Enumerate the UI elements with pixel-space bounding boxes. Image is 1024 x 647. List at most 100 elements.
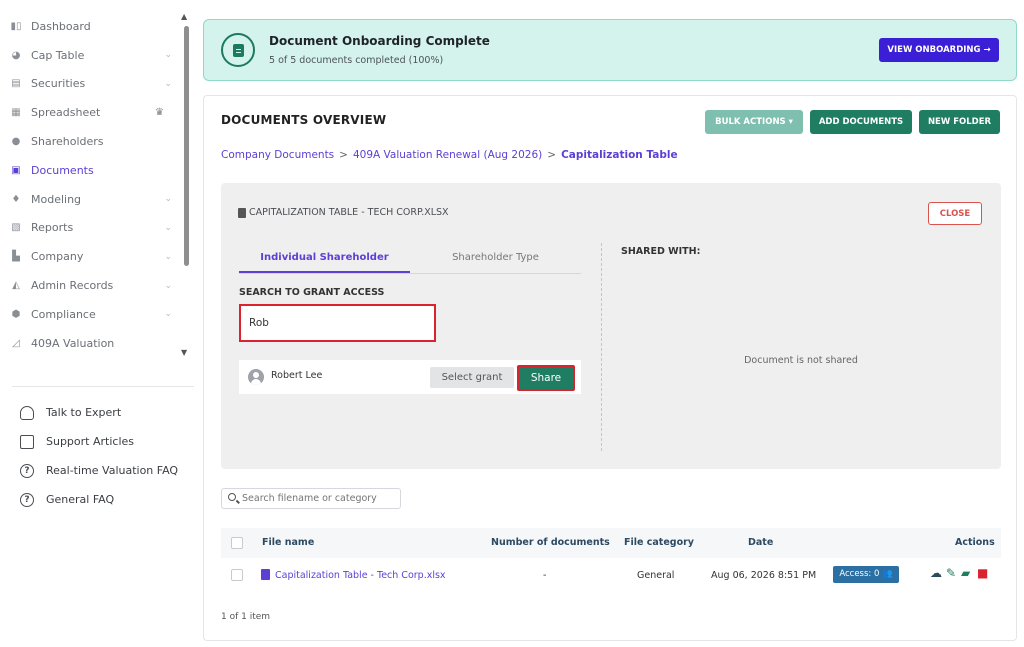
share-file-label: CAPITALIZATION TABLE - TECH CORP.XLSX [238, 207, 449, 218]
sidebar-item-reports[interactable]: ▧ Reports ⌄ [0, 214, 186, 243]
help-item-real-time-valuation-faq[interactable]: ? Real-time Valuation FAQ [20, 456, 178, 485]
breadcrumb-409a-valuation-renewal[interactable]: 409A Valuation Renewal (Aug 2026) [353, 149, 542, 161]
file-icon [238, 207, 246, 218]
breadcrumb-current: Capitalization Table [561, 149, 678, 161]
sidebar-item-label: Admin Records [31, 279, 114, 293]
table-icon: ▦ [11, 107, 21, 119]
page-title: DOCUMENTS OVERVIEW [221, 113, 387, 127]
scroll-down-arrow-icon[interactable]: ▼ [181, 348, 187, 357]
column-file-name[interactable]: File name [262, 537, 314, 548]
dashboard-icon: ▮▯ [10, 20, 22, 32]
trash-icon[interactable]: ■ [977, 567, 988, 579]
share-button[interactable]: Share [517, 365, 575, 391]
edit-icon[interactable]: ✎ [946, 567, 956, 579]
sidebar-nav: ▮▯ Dashboard ◕ Cap Table ⌄ ▤ Securities … [0, 12, 186, 358]
help-item-label: Talk to Expert [46, 406, 122, 419]
access-badge[interactable]: Access: 0 👥 [833, 566, 899, 583]
not-shared-message: Document is not shared [744, 355, 858, 366]
bulb-icon: ♦ [11, 193, 21, 205]
tab-individual-shareholder[interactable]: Individual Shareholder [239, 244, 410, 273]
valuation-icon: ◿ [12, 337, 20, 349]
sidebar-divider [12, 386, 194, 387]
sidebar-item-spreadsheet[interactable]: ▦ Spreadsheet ♛ [0, 98, 186, 127]
column-date[interactable]: Date [748, 537, 773, 548]
building-icon: ▙ [12, 251, 20, 263]
table-header: File name Number of documents File categ… [221, 528, 1001, 558]
help-circle-icon: ? [20, 463, 34, 478]
sidebar-scrollbar[interactable]: ▲ ▼ [181, 12, 191, 362]
chevron-down-icon: ⌄ [164, 194, 172, 205]
sidebar-item-label: Securities [31, 77, 86, 91]
result-name: Robert Lee [271, 370, 323, 381]
sidebar-item-dashboard[interactable]: ▮▯ Dashboard [0, 12, 186, 41]
sidebar-item-compliance[interactable]: ⬢ Compliance ⌄ [0, 300, 186, 329]
sidebar-item-label: Documents [31, 163, 94, 177]
row-checkbox[interactable] [231, 569, 243, 581]
chevron-down-icon: ⌄ [164, 78, 172, 89]
column-file-category[interactable]: File category [624, 537, 694, 548]
cloud-download-icon[interactable]: ☁ [930, 567, 942, 579]
file-date: Aug 06, 2026 8:51 PM [711, 570, 817, 581]
chevron-down-icon: ⌄ [164, 222, 172, 233]
crown-icon: ♛ [155, 107, 164, 119]
sidebar-item-modeling[interactable]: ♦ Modeling ⌄ [0, 185, 186, 214]
user-icon: ● [11, 136, 21, 148]
headphones-icon [20, 405, 34, 420]
breadcrumb-company-documents[interactable]: Company Documents [221, 149, 334, 161]
column-number-of-documents[interactable]: Number of documents [491, 537, 610, 548]
share-tabs: Individual Shareholder Shareholder Type [239, 244, 581, 274]
scrollbar-thumb[interactable] [184, 26, 189, 266]
breadcrumb: Company Documents >409A Valuation Renewal… [221, 149, 678, 161]
help-item-label: General FAQ [46, 493, 115, 506]
excel-file-icon [261, 569, 270, 580]
sidebar-item-admin-records[interactable]: ◭ Admin Records ⌄ [0, 271, 186, 300]
search-icon [228, 493, 236, 501]
sidebar-item-shareholders[interactable]: ● Shareholders [0, 127, 186, 156]
pagination-info: 1 of 1 item [221, 612, 271, 622]
admin-icon: ◭ [12, 280, 20, 292]
sidebar: ▮▯ Dashboard ◕ Cap Table ⌄ ▤ Securities … [0, 0, 196, 647]
documents-overview-card: DOCUMENTS OVERVIEW BULK ACTIONS ▾ ADD DO… [203, 95, 1017, 641]
sidebar-item-label: Spreadsheet [31, 106, 101, 120]
sidebar-item-company[interactable]: ▙ Company ⌄ [0, 242, 186, 271]
clipboard-icon: ▤ [11, 78, 21, 90]
chevron-down-icon: ⌄ [164, 251, 172, 262]
bulk-actions-button[interactable]: BULK ACTIONS ▾ [705, 110, 803, 134]
pie-chart-icon: ◕ [11, 49, 21, 61]
add-documents-button[interactable]: ADD DOCUMENTS [810, 110, 912, 134]
tab-shareholder-type[interactable]: Shareholder Type [410, 244, 581, 273]
close-button[interactable]: CLOSE [928, 202, 982, 225]
sidebar-item-label: Shareholders [31, 135, 104, 149]
panel-divider [601, 243, 602, 451]
help-item-talk-to-expert[interactable]: Talk to Expert [20, 398, 178, 427]
help-item-label: Real-time Valuation FAQ [46, 464, 179, 477]
file-search-input[interactable] [242, 491, 397, 506]
avatar [248, 369, 264, 385]
folder-move-icon[interactable]: ▰ [961, 567, 970, 579]
help-item-general-faq[interactable]: ? General FAQ [20, 485, 178, 514]
help-item-support-articles[interactable]: Support Articles [20, 427, 178, 456]
grant-search-input[interactable] [239, 304, 436, 342]
sidebar-item-label: Modeling [31, 192, 82, 206]
scroll-up-arrow-icon[interactable]: ▲ [181, 12, 187, 21]
sidebar-item-cap-table[interactable]: ◕ Cap Table ⌄ [0, 41, 186, 70]
shared-with-label: SHARED WITH: [621, 246, 701, 257]
table-row: Capitalization Table - Tech Corp.xlsx - … [221, 561, 1001, 591]
view-onboarding-button[interactable]: VIEW ONBOARDING → [879, 38, 999, 62]
sidebar-item-409a-valuation[interactable]: ◿ 409A Valuation [0, 329, 186, 358]
banner-subtitle: 5 of 5 documents completed (100%) [269, 55, 444, 66]
file-category: General [637, 570, 675, 581]
breadcrumb-separator: > [339, 149, 348, 161]
file-search[interactable] [221, 488, 401, 509]
chevron-down-icon: ⌄ [164, 50, 172, 61]
file-count: - [543, 570, 547, 581]
file-name-link[interactable]: Capitalization Table - Tech Corp.xlsx [275, 570, 446, 581]
sidebar-item-documents[interactable]: ▣ Documents [0, 156, 186, 185]
banner-title: Document Onboarding Complete [269, 34, 490, 48]
new-folder-button[interactable]: NEW FOLDER [919, 110, 1000, 134]
sidebar-item-label: Cap Table [31, 48, 85, 62]
sidebar-item-label: 409A Valuation [31, 336, 115, 350]
select-grant-button[interactable]: Select grant [430, 367, 514, 388]
select-all-checkbox[interactable] [231, 537, 243, 549]
sidebar-item-securities[interactable]: ▤ Securities ⌄ [0, 70, 186, 99]
